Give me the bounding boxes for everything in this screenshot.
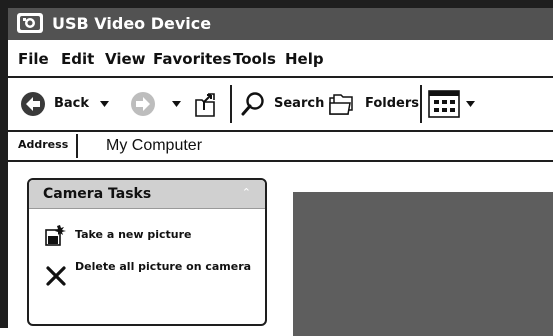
back-button[interactable]: Back [20, 89, 120, 119]
folders-icon [329, 94, 353, 115]
up-folder-icon[interactable] [194, 90, 220, 118]
task-label: Delete all picture on camera [75, 260, 252, 273]
toolbar-separator [420, 85, 422, 123]
views-dropdown-icon [466, 101, 475, 107]
collapse-chevron-icon[interactable]: ⌃ [242, 186, 251, 199]
back-label: Back [54, 96, 90, 111]
search-icon [241, 92, 264, 116]
menu-help[interactable]: Help [285, 50, 324, 68]
forward-button[interactable] [126, 89, 182, 119]
views-button[interactable] [428, 90, 478, 118]
forward-arrow-icon [131, 92, 155, 116]
task-delete-pictures[interactable]: Delete all picture on camera [45, 260, 255, 290]
menu-edit[interactable]: Edit [61, 50, 94, 68]
folders-label: Folders [365, 96, 420, 111]
address-value: My Computer [106, 137, 203, 154]
task-take-picture[interactable]: Take a new picture [45, 224, 255, 248]
back-arrow-icon [21, 92, 45, 116]
explorer-window: USB Video Device File Edit View Favorite… [0, 0, 553, 336]
toolbar-separator [230, 85, 232, 123]
address-bar: Address My Computer [8, 132, 553, 162]
back-dropdown-icon [100, 101, 109, 107]
camera-flash-icon [45, 225, 66, 246]
forward-dropdown-icon [172, 101, 181, 107]
menu-view[interactable]: View [105, 50, 146, 68]
title-bar[interactable]: USB Video Device [8, 8, 553, 40]
window-title: USB Video Device [52, 14, 212, 33]
address-field[interactable]: My Computer [78, 132, 553, 160]
menu-bar: File Edit View Favorites Tools Help [8, 42, 553, 78]
search-label: Search [274, 96, 325, 111]
address-label: Address [18, 138, 69, 151]
toolbar: Back Search Folders [8, 78, 553, 132]
camera-app-icon [17, 13, 43, 33]
camera-tasks-panel: Camera Tasks ⌃ Take a new picture Delete… [27, 178, 267, 326]
camera-preview [293, 192, 553, 336]
menu-file[interactable]: File [18, 50, 49, 68]
menu-favorites[interactable]: Favorites [153, 50, 231, 68]
task-label: Take a new picture [75, 228, 192, 241]
search-button[interactable]: Search [240, 89, 325, 119]
views-grid-icon [428, 90, 460, 118]
menu-tools[interactable]: Tools [233, 50, 276, 68]
camera-tasks-title: Camera Tasks [43, 186, 152, 202]
content-area: Camera Tasks ⌃ Take a new picture Delete… [8, 162, 553, 336]
camera-tasks-header[interactable]: Camera Tasks ⌃ [29, 180, 265, 209]
delete-x-icon [46, 266, 66, 286]
folders-button[interactable]: Folders [328, 89, 420, 119]
